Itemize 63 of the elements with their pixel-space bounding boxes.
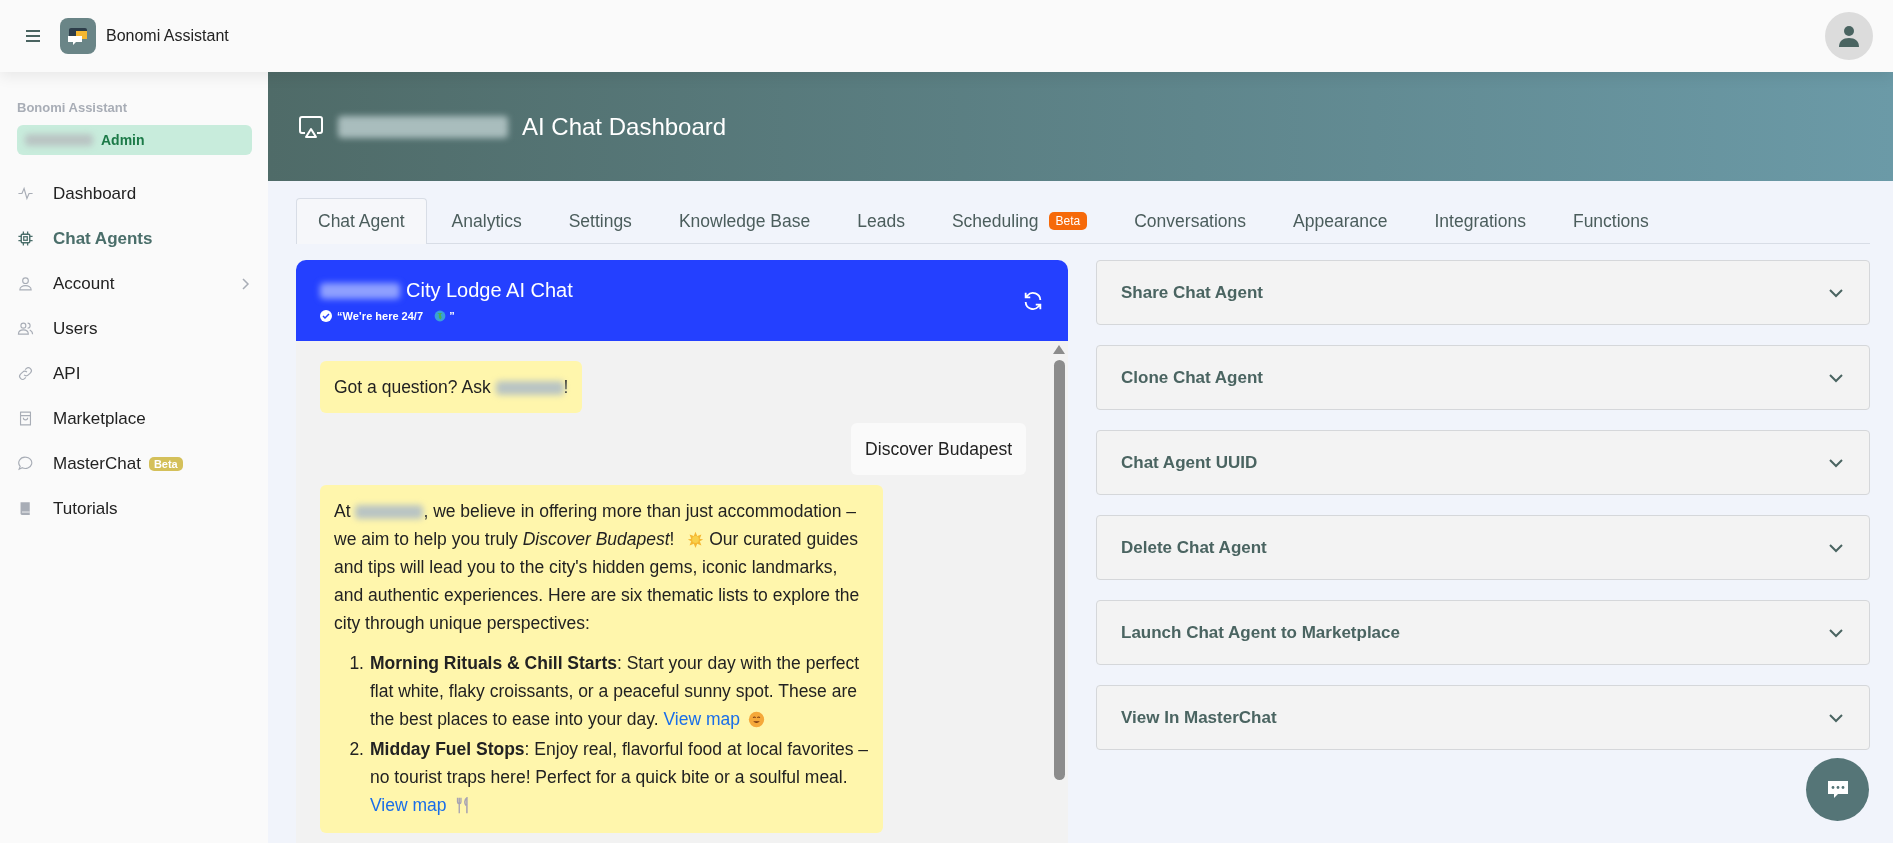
sidebar-item[interactable]: Tutorials: [17, 486, 252, 531]
smiley-icon: [748, 711, 765, 728]
chip-icon: [17, 230, 34, 247]
tab[interactable]: Appearance: [1271, 198, 1410, 243]
sidebar-item[interactable]: API: [17, 351, 252, 396]
tab[interactable]: Knowledge Base: [656, 198, 833, 243]
sidebar-item[interactable]: Users: [17, 306, 252, 351]
bot-message: Got a question? Ask !: [320, 361, 583, 413]
tab[interactable]: Analytics: [429, 198, 544, 243]
link-icon: [17, 365, 34, 382]
status-text: “We’re here 24/7 ”: [337, 310, 455, 322]
view-map-link[interactable]: View map: [663, 709, 740, 729]
redacted-text: [25, 133, 93, 147]
sidebar-item[interactable]: Account: [17, 261, 252, 306]
tab[interactable]: Leads: [835, 198, 927, 243]
user-icon: [1838, 25, 1860, 47]
user-icon: [17, 275, 34, 292]
beta-badge: Beta: [1048, 212, 1088, 230]
view-map-link[interactable]: View map: [370, 795, 447, 815]
scroll-up-icon[interactable]: [1053, 345, 1065, 354]
redacted-text: [495, 381, 564, 396]
sidebar-heading: Bonomi Assistant: [17, 100, 129, 115]
bag-icon: [17, 410, 34, 427]
sidebar-item[interactable]: Marketplace: [17, 396, 252, 441]
list-item-text: Morning Rituals & Chill Starts: Start your day with the perfect flat white, flaky croissants, or a peaceful sunny spot. These are the best places to ease into your day. View map: [370, 652, 861, 731]
cast-icon: [298, 113, 324, 140]
list-number: 1.: [348, 652, 364, 675]
role-badge: Admin: [17, 125, 252, 155]
list-number: 2.: [348, 738, 364, 761]
redacted-text: [355, 505, 424, 520]
user-message: Discover Budapest: [851, 423, 1026, 475]
speech-bubble-icon: [17, 455, 34, 472]
page-title: AI Chat Dashboard: [522, 112, 727, 141]
avatar-button[interactable]: [1825, 12, 1873, 60]
sidebar-item[interactable]: Dashboard: [17, 171, 252, 216]
chat-title: City Lodge AI Chat: [406, 279, 573, 302]
accordion-header[interactable]: Clone Chat Agent: [1096, 345, 1870, 410]
app-title: Bonomi Assistant: [106, 27, 229, 45]
tab[interactable]: Integrations: [1412, 198, 1548, 243]
pulse-icon: [17, 185, 34, 202]
globe-icon: [434, 310, 447, 322]
tab[interactable]: Scheduling Beta: [929, 198, 1110, 243]
beta-badge: Beta: [148, 456, 183, 471]
check-circle-icon: [320, 310, 332, 322]
accordion-header[interactable]: View In MasterChat: [1096, 685, 1870, 750]
tab[interactable]: Functions: [1550, 198, 1671, 243]
accordion-header[interactable]: Share Chat Agent: [1096, 260, 1870, 325]
sidebar-item[interactable]: Chat Agents: [17, 216, 252, 261]
tab[interactable]: Conversations: [1112, 198, 1269, 243]
chat-icon: [1825, 778, 1850, 801]
accordion-header[interactable]: Delete Chat Agent: [1096, 515, 1870, 580]
sun-icon: [687, 531, 705, 548]
refresh-icon[interactable]: [1022, 289, 1044, 312]
sidebar-item[interactable]: MasterChat Beta: [17, 441, 252, 486]
users-icon: [17, 320, 34, 337]
list-item-text: Midday Fuel Stops: Enjoy real, flavorful food at local favorites – no tourist traps here! Perfect for a quick bite or a soulful meal. View map: [370, 738, 869, 817]
accordion-header[interactable]: Chat Agent UUID: [1096, 430, 1870, 495]
menu-icon[interactable]: [24, 27, 42, 45]
bot-message: At , we believe in offering more than just accommodation – we aim to help you truly Discover Budapest! Our curated guides and tips will lead you to the city's hidden gems, iconic landmarks, and authentic experiences. Here are six thematic lists to explore the city through unique perspectives: 1. Morning Rituals & Chill Starts: Start your day with the perfect flat white, flaky croissants, or a peaceful sunny spot. These are the best places to ease into your day. View map 2. Midday Fuel Stops: Enjoy real, flavorful food at local favorites – no tourist traps here! Perfect for a quick bite or a soulful meal. View map: [320, 485, 883, 833]
logo-icon: [60, 18, 96, 54]
tab[interactable]: Settings: [546, 198, 654, 243]
accordion-header[interactable]: Launch Chat Agent to Marketplace: [1096, 600, 1870, 665]
tab[interactable]: Chat Agent: [296, 198, 427, 244]
